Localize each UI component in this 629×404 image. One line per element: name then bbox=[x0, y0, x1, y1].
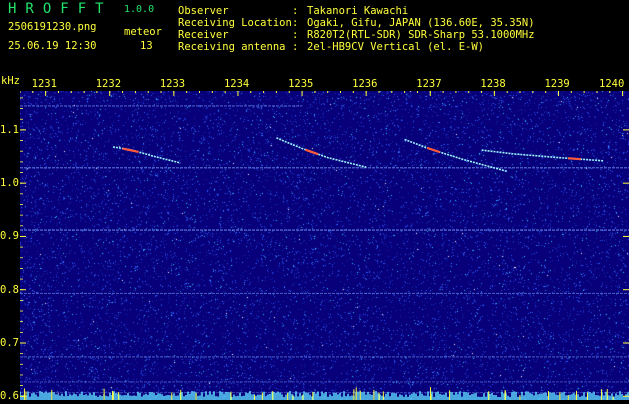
meteor-trail bbox=[404, 138, 508, 173]
x-tick-label: 1239 bbox=[544, 78, 570, 90]
antenna-colon: : bbox=[292, 41, 299, 53]
x-tick-label: 1237 bbox=[416, 78, 442, 90]
app-name: HROFFT bbox=[8, 1, 113, 17]
meteor-head bbox=[426, 146, 441, 154]
receiver-label: Receiver bbox=[178, 29, 229, 41]
x-tick-label: 1235 bbox=[288, 78, 314, 90]
y-tick-label: 0.6 bbox=[0, 390, 19, 403]
x-tick-label: 1234 bbox=[223, 78, 250, 90]
meteor-trail bbox=[276, 137, 367, 168]
antenna-value: 2el-HB9CV Vertical (el. E-W) bbox=[307, 41, 485, 53]
x-tick-label: 1231 bbox=[31, 78, 57, 90]
observer-value: Takanori Kawachi bbox=[307, 5, 409, 17]
y-tick-label: 0.9 bbox=[0, 230, 19, 243]
meteor-count: 13 bbox=[140, 40, 153, 52]
y-axis-label: kHz bbox=[1, 75, 20, 87]
meteor-trail bbox=[481, 149, 604, 162]
meteor-head bbox=[122, 147, 139, 154]
meteor-label: meteor bbox=[124, 26, 162, 38]
x-tick-label: 1232 bbox=[95, 78, 122, 90]
x-tick-label: 1240 bbox=[599, 78, 625, 90]
location-label: Receiving Location bbox=[178, 17, 292, 29]
location-value: Ogaki, Gifu, JAPAN (136.60E, 35.35N) bbox=[307, 17, 535, 29]
x-tick-label: 1236 bbox=[352, 78, 378, 90]
observer-label: Observer bbox=[178, 5, 229, 17]
meteor-head bbox=[568, 157, 581, 161]
date-time: 25.06.19 12:30 bbox=[8, 40, 97, 52]
antenna-label: Receiving antenna bbox=[178, 41, 286, 53]
file-name: 2506191230.png bbox=[8, 21, 97, 33]
info-header: HROFFT 1.0.0 2506191230.png 25.06.19 12:… bbox=[0, 0, 629, 75]
receiver-colon: : bbox=[292, 29, 299, 41]
y-tick-label: 0.7 bbox=[0, 336, 19, 349]
y-tick-label: 1.0 bbox=[0, 177, 19, 190]
app-version: 1.0.0 bbox=[124, 4, 155, 15]
location-colon: : bbox=[292, 17, 299, 29]
spectrogram-overlay bbox=[20, 91, 629, 400]
receiver-value: R820T2(RTL-SDR) SDR-Sharp 53.1000MHz bbox=[307, 29, 535, 41]
y-tick-label: 0.8 bbox=[0, 283, 19, 296]
y-tick-label: 1.1 bbox=[0, 123, 19, 136]
x-tick-label: 1238 bbox=[480, 78, 506, 90]
x-tick-label: 1233 bbox=[159, 78, 186, 90]
observer-colon: : bbox=[292, 5, 299, 17]
spectrogram bbox=[20, 91, 629, 400]
meteor-head bbox=[304, 148, 319, 156]
